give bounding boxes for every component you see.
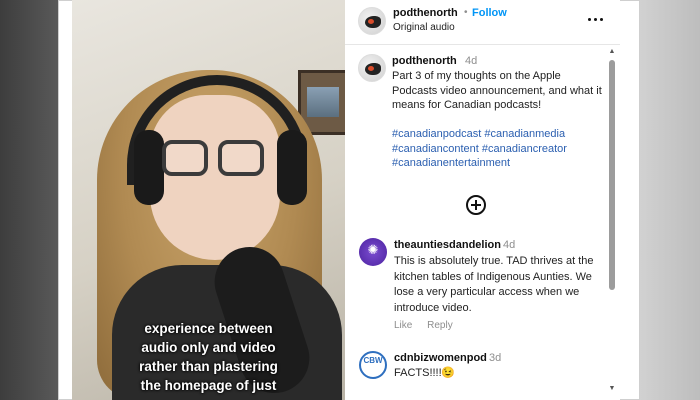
background-left	[0, 0, 60, 400]
hashtag-link[interactable]: #canadianmedia	[484, 128, 565, 140]
hashtag-link[interactable]: #canadianpodcast	[392, 128, 481, 140]
wink-emoji-icon: 😉	[441, 367, 455, 379]
post-author-username[interactable]: podthenorth	[392, 55, 457, 67]
more-horizontal-icon[interactable]	[586, 13, 606, 27]
scroll-down-arrow-icon[interactable]: ▼	[608, 385, 616, 393]
load-more-comments-icon[interactable]	[466, 195, 486, 215]
scroll-up-arrow-icon[interactable]: ▲	[608, 48, 616, 56]
commenter-avatar[interactable]: CBW	[359, 351, 387, 379]
comment-actions: Like Reply	[394, 320, 465, 331]
scrollbar-thumb[interactable]	[609, 60, 615, 290]
comment-text: This is absolutely true. TAD thrives at …	[394, 255, 594, 314]
like-button[interactable]: Like	[394, 320, 412, 331]
video-caption-line: rather than plastering	[139, 359, 278, 374]
post-details-panel: podthenorth • Follow Original audio ▲ ▼ …	[345, 0, 620, 400]
comment-text: FACTS!!!!	[394, 367, 442, 379]
follow-button[interactable]: Follow	[472, 7, 507, 19]
post-caption: Part 3 of my thoughts on the Apple Podca…	[392, 70, 602, 111]
hashtag-list: #canadianpodcast #canadianmedia #canadia…	[392, 127, 607, 171]
bird-icon	[365, 63, 381, 75]
hashtag-link[interactable]: #canadianentertainment	[392, 157, 510, 169]
author-username[interactable]: podthenorth	[393, 7, 458, 19]
glasses	[162, 140, 272, 180]
commenter-username[interactable]: cdnbizwomenpod	[394, 352, 487, 364]
headphones-left-cup	[134, 130, 164, 205]
hashtag-link[interactable]: #canadiancontent	[392, 143, 479, 155]
post-header: podthenorth • Follow Original audio	[345, 0, 620, 45]
author-avatar[interactable]	[358, 7, 386, 35]
separator-dot: •	[464, 7, 468, 18]
video-caption-line: the homepage of just	[140, 378, 277, 393]
hashtag-link[interactable]: #canadiancreator	[482, 143, 567, 155]
bird-icon	[365, 16, 381, 28]
scrollbar[interactable]: ▲ ▼	[608, 48, 616, 393]
post-author-avatar[interactable]	[358, 54, 386, 82]
post-time: 4d	[465, 55, 478, 67]
video-caption-line: audio only and video	[141, 340, 276, 355]
comment-time: 3d	[489, 352, 502, 364]
video-caption-line: experience between	[144, 321, 273, 336]
reply-button[interactable]: Reply	[427, 320, 453, 331]
commenter-avatar[interactable]	[359, 238, 387, 266]
commenter-username[interactable]: theauntiesdandelion	[394, 239, 501, 251]
headphones-right-cup	[277, 130, 307, 205]
original-audio-link[interactable]: Original audio	[393, 22, 455, 33]
video-player[interactable]: experience between audio only and video …	[72, 0, 345, 400]
comment-time: 4d	[503, 239, 516, 251]
